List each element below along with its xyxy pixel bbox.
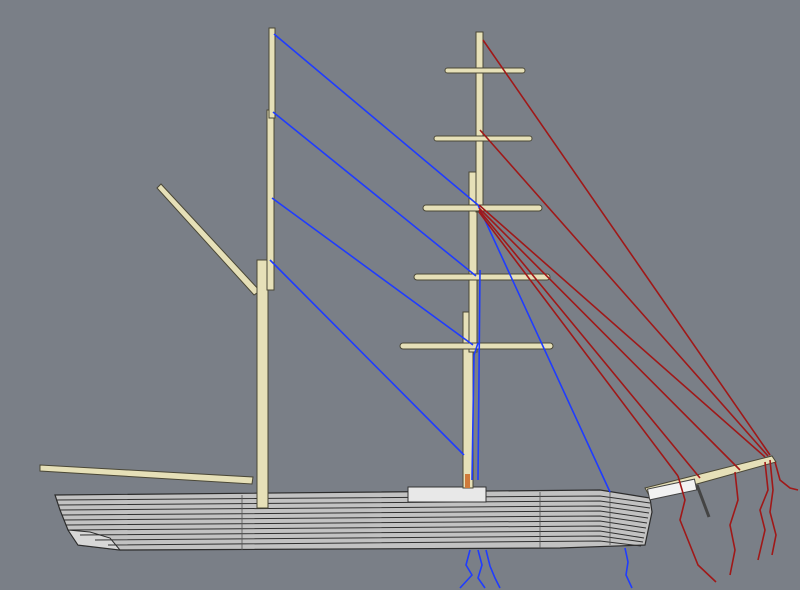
main-mast [256, 27, 276, 509]
ship-model-render [39, 27, 799, 589]
hull [54, 489, 653, 551]
gaff [156, 183, 261, 296]
bowsprit [644, 455, 777, 518]
main-boom [39, 464, 254, 485]
cad-viewport[interactable] [0, 0, 800, 590]
deckhouse [407, 486, 487, 503]
